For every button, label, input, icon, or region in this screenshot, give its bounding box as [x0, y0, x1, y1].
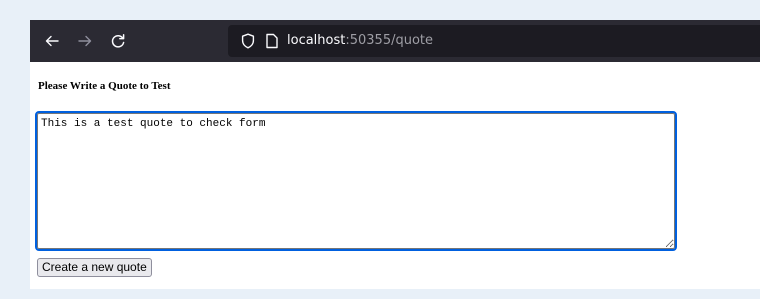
- reload-icon: [111, 34, 125, 48]
- arrow-left-icon: [45, 35, 59, 47]
- url-host: localhost: [287, 33, 346, 48]
- address-bar[interactable]: localhost:50355/quote: [228, 25, 760, 57]
- page-icon[interactable]: [265, 33, 279, 49]
- reload-button[interactable]: [104, 27, 132, 55]
- shield-icon[interactable]: [240, 33, 256, 49]
- create-quote-button[interactable]: Create a new quote: [37, 258, 152, 277]
- page-heading: Please Write a Quote to Test: [38, 80, 171, 92]
- url-path: :50355/quote: [345, 33, 434, 48]
- browser-window: localhost:50355/quote Please Write a Quo…: [30, 20, 760, 289]
- forward-button[interactable]: [71, 27, 99, 55]
- back-button[interactable]: [38, 27, 66, 55]
- url-text[interactable]: localhost:50355/quote: [287, 33, 433, 49]
- quote-textarea[interactable]: This is a test quote to check form: [35, 111, 677, 251]
- browser-toolbar: localhost:50355/quote: [30, 20, 760, 62]
- arrow-right-icon: [78, 35, 92, 47]
